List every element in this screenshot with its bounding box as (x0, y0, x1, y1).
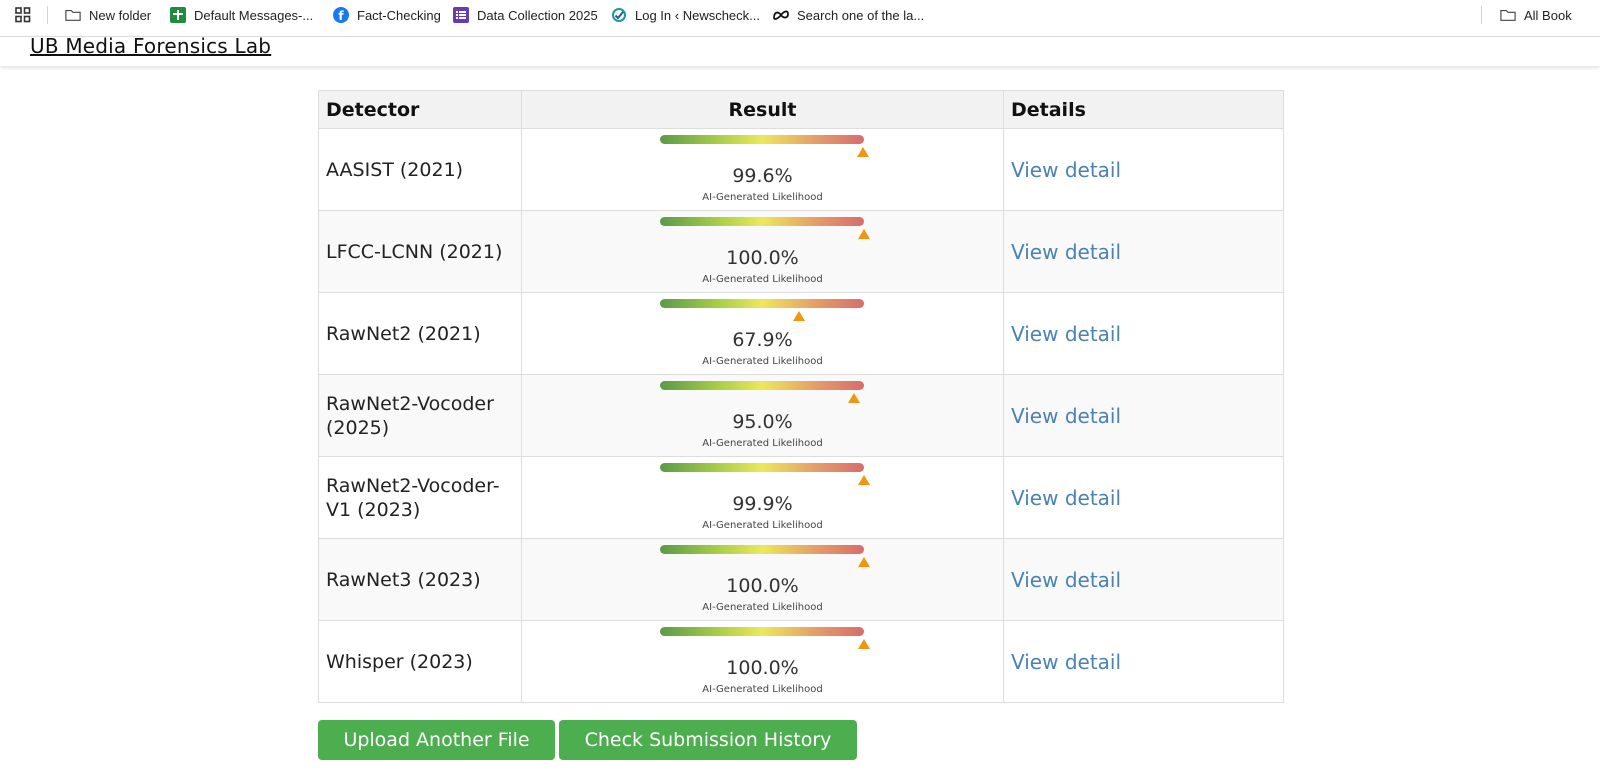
likelihood-caption: AI-Generated Likelihood (702, 520, 823, 531)
result-cell: 100.0% AI-Generated Likelihood (521, 210, 1004, 293)
bookmarks-separator (1481, 6, 1482, 24)
table-row: AASIST (2021) 99.6% AI-Generated Likelihoo… (318, 128, 1284, 211)
bookmark-meta-search[interactable]: Search one of the la... (773, 0, 924, 30)
check-submission-history-button[interactable]: Check Submission History (559, 720, 857, 760)
details-cell: View detail (1003, 538, 1284, 621)
likelihood-percent: 67.9% (732, 329, 793, 351)
likelihood-percent: 95.0% (732, 411, 793, 433)
likelihood-caption: AI-Generated Likelihood (702, 684, 823, 695)
details-cell: View detail (1003, 456, 1284, 539)
apps-grid-icon[interactable] (15, 7, 31, 23)
result-column-header: Result (521, 90, 1004, 129)
result-cell: 95.0% AI-Generated Likelihood (521, 374, 1004, 457)
forms-icon (453, 7, 469, 23)
bookmark-newscheck[interactable]: Log In ‹ Newscheck... (611, 0, 760, 30)
bookmark-label: New folder (89, 7, 152, 23)
likelihood-marker-icon (857, 475, 870, 485)
likelihood-gradient-bar (660, 217, 864, 226)
view-detail-link[interactable]: View detail (1011, 650, 1121, 674)
likelihood-percent: 100.0% (726, 247, 799, 269)
folder-icon (1500, 7, 1516, 23)
bookmark-label: Search one of the la... (797, 7, 925, 23)
details-cell: View detail (1003, 210, 1284, 293)
bookmark-fact-checking[interactable]: f Fact-Checking (333, 0, 441, 30)
view-detail-link[interactable]: View detail (1011, 158, 1121, 182)
bookmark-default-messages[interactable]: Default Messages-... (170, 0, 313, 30)
svg-text:f: f (338, 9, 344, 23)
likelihood-gradient-bar (660, 463, 864, 472)
likelihood-marker-icon (857, 147, 870, 157)
detector-name: Whisper (2023) (318, 620, 522, 703)
result-cell: 67.9% AI-Generated Likelihood (521, 292, 1004, 375)
table-row: RawNet3 (2023) 100.0% AI-Generated Likelih… (318, 538, 1284, 621)
bookmark-new-folder[interactable]: New folder (65, 0, 151, 30)
meta-icon (773, 7, 789, 23)
detector-results-table: Detector Result Details AASIST (2021) 99.… (318, 90, 1284, 703)
likelihood-marker-icon (858, 229, 870, 239)
view-detail-link[interactable]: View detail (1011, 240, 1121, 264)
bookmark-data-collection[interactable]: Data Collection 2025 (453, 0, 598, 30)
detector-name: RawNet2-Vocoder (2025) (318, 374, 522, 457)
view-detail-link[interactable]: View detail (1011, 486, 1121, 510)
details-cell: View detail (1003, 128, 1284, 211)
detector-name: AASIST (2021) (318, 128, 522, 211)
bookmark-all-bookmarks[interactable]: All Book (1500, 0, 1572, 30)
likelihood-gradient-bar (660, 627, 864, 636)
likelihood-gradient-bar (660, 135, 864, 144)
detector-column-header: Detector (318, 90, 522, 129)
bookmark-label: Fact-Checking (357, 7, 441, 23)
details-column-header: Details (1003, 90, 1284, 129)
folder-icon (65, 7, 81, 23)
bookmarks-separator (47, 6, 48, 24)
bookmark-label: Default Messages-... (194, 7, 314, 23)
facebook-icon: f (333, 7, 349, 23)
likelihood-caption: AI-Generated Likelihood (702, 356, 823, 367)
likelihood-gradient-bar (660, 299, 864, 308)
detector-name: RawNet3 (2023) (318, 538, 522, 621)
result-cell: 100.0% AI-Generated Likelihood (521, 538, 1004, 621)
view-detail-link[interactable]: View detail (1011, 568, 1121, 592)
likelihood-percent: 100.0% (726, 657, 799, 679)
sheets-icon (170, 7, 186, 23)
detector-name: LFCC-LCNN (2021) (318, 210, 522, 293)
likelihood-caption: AI-Generated Likelihood (702, 192, 823, 203)
details-cell: View detail (1003, 374, 1284, 457)
bookmark-label: Log In ‹ Newscheck... (635, 7, 760, 23)
result-cell: 99.9% AI-Generated Likelihood (521, 456, 1004, 539)
likelihood-percent: 99.6% (732, 165, 793, 187)
likelihood-marker-icon (792, 311, 805, 321)
details-cell: View detail (1003, 292, 1284, 375)
site-title-link[interactable]: UB Media Forensics Lab (30, 34, 271, 58)
newscheck-icon (611, 7, 627, 23)
bookmark-label: All Book (1524, 7, 1572, 23)
likelihood-gradient-bar (660, 381, 864, 390)
details-cell: View detail (1003, 620, 1284, 703)
detector-name: RawNet2-Vocoder-V1 (2023) (318, 456, 522, 539)
likelihood-gradient-bar (660, 545, 864, 554)
table-row: RawNet2-Vocoder-V1 (2023) 99.9% AI-Generat… (318, 456, 1284, 539)
table-header-row: Detector Result Details (318, 90, 1284, 129)
view-detail-link[interactable]: View detail (1011, 404, 1121, 428)
detector-name: RawNet2 (2021) (318, 292, 522, 375)
likelihood-marker-icon (847, 393, 860, 403)
upload-another-file-button[interactable]: Upload Another File (318, 720, 555, 760)
likelihood-caption: AI-Generated Likelihood (702, 274, 823, 285)
table-row: RawNet2-Vocoder (2025) 95.0% AI-Generated … (318, 374, 1284, 457)
table-row: LFCC-LCNN (2021) 100.0% AI-Generated Likel… (318, 210, 1284, 293)
site-header: UB Media Forensics Lab (0, 34, 1600, 66)
likelihood-marker-icon (858, 557, 870, 567)
bookmarks-bar: New folder Default Messages-... f Fact-C… (0, 0, 1600, 30)
result-cell: 99.6% AI-Generated Likelihood (521, 128, 1004, 211)
table-row: Whisper (2023) 100.0% AI-Generated Likelih… (318, 620, 1284, 703)
likelihood-percent: 100.0% (726, 575, 799, 597)
likelihood-marker-icon (858, 639, 870, 649)
table-row: RawNet2 (2021) 67.9% AI-Generated Likeliho… (318, 292, 1284, 375)
likelihood-caption: AI-Generated Likelihood (702, 602, 823, 613)
view-detail-link[interactable]: View detail (1011, 322, 1121, 346)
likelihood-percent: 99.9% (732, 493, 793, 515)
likelihood-caption: AI-Generated Likelihood (702, 438, 823, 449)
bookmark-label: Data Collection 2025 (477, 7, 598, 23)
result-cell: 100.0% AI-Generated Likelihood (521, 620, 1004, 703)
